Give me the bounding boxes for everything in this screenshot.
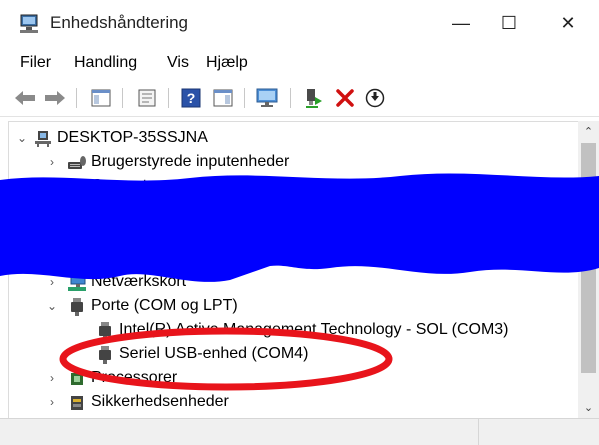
tree-item-network[interactable]: › Netværkskort <box>9 271 569 295</box>
menu-file[interactable]: Filer <box>16 52 55 74</box>
tree-item-label: Sikkerhedsenheder <box>91 393 229 410</box>
menu-action[interactable]: Handling <box>70 52 141 74</box>
chevron-right-icon[interactable]: › <box>45 395 59 409</box>
back-arrow-icon <box>15 91 35 105</box>
vertical-scrollbar[interactable]: ⌃ ⌄ <box>578 121 599 418</box>
device-manager-icon <box>20 14 38 33</box>
show-hide-console-tree-button[interactable] <box>88 86 114 110</box>
menu-help[interactable]: Hjælp <box>202 52 252 74</box>
chevron-down-icon[interactable]: ⌄ <box>15 131 29 145</box>
disable-device-button[interactable] <box>362 86 388 110</box>
tree-child-intel-amt[interactable]: Intel(R) Active Management Technology - … <box>9 319 569 343</box>
tree-item-label: Intel(R) Active Management Technology - … <box>119 321 509 338</box>
title-bar: Enhedshåndtering — ☐ ✕ <box>0 0 599 48</box>
show-hide-console-tree-icon <box>91 89 111 107</box>
tree-item-label: Brugerstyrede inputenheder <box>91 153 290 170</box>
toolbar-separator <box>290 88 291 108</box>
update-driver-icon <box>306 89 322 108</box>
action-pane-button[interactable] <box>210 86 236 110</box>
tree-item-ports[interactable]: ⌄ Porte (COM og LPT) <box>9 295 569 319</box>
port-icon <box>71 298 83 316</box>
maximize-button[interactable]: ☐ <box>486 0 532 46</box>
mouse-icon <box>72 250 82 268</box>
tree-item-label: Seriel USB-enhed (COM4) <box>119 345 309 362</box>
menu-bar: Filer Handling Vis Hjælp <box>0 48 599 78</box>
help-icon: ? <box>181 88 201 108</box>
scroll-up-button[interactable]: ⌃ <box>578 121 599 141</box>
uninstall-device-button[interactable] <box>332 86 358 110</box>
status-divider <box>478 419 479 445</box>
help-button[interactable]: ? <box>178 86 204 110</box>
computer-icon <box>35 131 51 147</box>
toolbar-separator <box>244 88 245 108</box>
chevron-right-icon[interactable]: › <box>45 371 59 385</box>
tree-item-label: Mus og andre pegeredskaber <box>91 249 301 266</box>
tree-root-label: DESKTOP-35SSJNA <box>57 129 208 146</box>
tree-item-label: Computer <box>91 177 162 194</box>
tree-item-label: Processorer <box>91 369 178 386</box>
scroll-down-button[interactable]: ⌄ <box>578 397 599 417</box>
security-device-icon <box>71 396 83 410</box>
disable-device-icon <box>365 88 385 108</box>
forward-button[interactable] <box>42 86 68 110</box>
minimize-button[interactable]: — <box>438 0 484 46</box>
uninstall-device-icon <box>336 89 354 107</box>
tree-item-security[interactable]: › Sikkerhedsenheder <box>9 391 569 415</box>
toolbar: ? <box>0 80 599 117</box>
port-icon <box>99 346 111 364</box>
properties-button[interactable] <box>134 86 160 110</box>
computer-icon <box>69 179 85 194</box>
tree-root[interactable]: ⌄ DESKTOP-35SSJNA <box>9 127 569 151</box>
tree-item-computer[interactable]: › Computer <box>9 175 569 199</box>
scan-hardware-button[interactable] <box>254 86 280 110</box>
menu-view[interactable]: Vis <box>163 52 193 74</box>
hid-icon <box>68 156 86 169</box>
chevron-right-icon[interactable]: › <box>45 275 59 289</box>
status-bar <box>0 418 599 445</box>
update-driver-button[interactable] <box>300 86 326 110</box>
window-title: Enhedshåndtering <box>50 13 189 32</box>
close-button[interactable]: ✕ <box>545 0 591 46</box>
chevron-down-icon: ⌄ <box>583 401 594 414</box>
toolbar-separator <box>76 88 77 108</box>
minimize-icon: — <box>452 12 470 33</box>
forward-arrow-icon <box>45 91 65 105</box>
tree-item-hid[interactable]: › Brugerstyrede inputenheder <box>9 151 569 175</box>
chevron-right-icon[interactable]: › <box>45 155 59 169</box>
processor-icon <box>71 373 83 385</box>
tree-item-label: Netværkskort <box>91 273 187 290</box>
properties-icon <box>138 89 156 107</box>
tree-item-label: Porte (COM og LPT) <box>91 297 238 314</box>
port-icon <box>99 322 111 340</box>
scrollbar-thumb[interactable] <box>581 143 596 373</box>
chevron-down-icon[interactable]: ⌄ <box>45 299 59 313</box>
monitor-icon <box>256 88 278 107</box>
svg-text:?: ? <box>187 90 196 106</box>
back-button[interactable] <box>12 86 38 110</box>
network-adapter-icon <box>68 273 86 291</box>
chevron-right-icon[interactable]: › <box>45 179 59 193</box>
maximize-icon: ☐ <box>500 12 518 33</box>
chevron-right-icon[interactable]: › <box>45 251 59 265</box>
tree-child-serial-usb[interactable]: Seriel USB-enhed (COM4) <box>9 343 569 367</box>
device-tree[interactable]: ⌄ DESKTOP-35SSJNA › Brugerstyrede inpute… <box>8 121 579 419</box>
tree-item-mouse[interactable]: › Mus og andre pegeredskaber <box>9 247 569 271</box>
action-pane-icon <box>213 89 233 107</box>
tree-item-processors[interactable]: › Processorer <box>9 367 569 391</box>
chevron-up-icon: ⌃ <box>583 125 594 138</box>
toolbar-separator <box>122 88 123 108</box>
close-icon: ✕ <box>560 12 576 33</box>
toolbar-separator <box>168 88 169 108</box>
